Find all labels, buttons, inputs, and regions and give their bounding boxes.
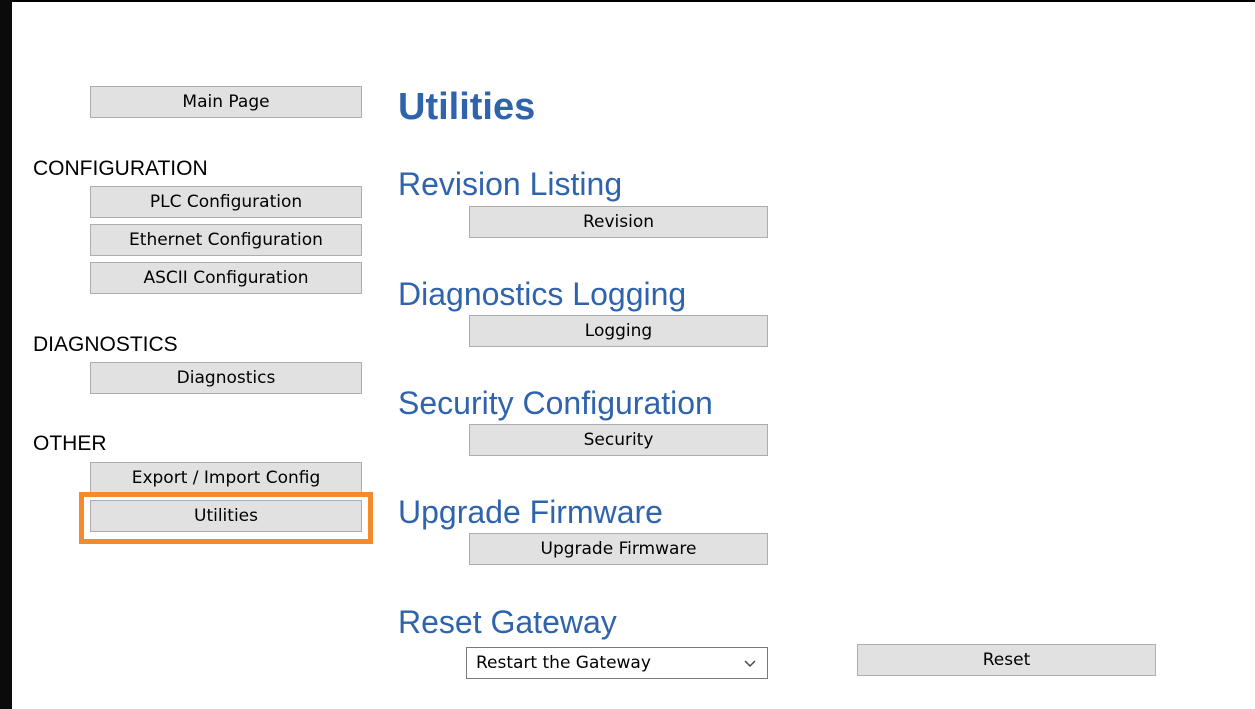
export-import-config-button[interactable]: Export / Import Config xyxy=(90,462,362,494)
revision-button[interactable]: Revision xyxy=(469,206,768,238)
diagnostics-section-label: DIAGNOSTICS xyxy=(33,333,178,356)
reset-type-selected-value: Restart the Gateway xyxy=(476,653,651,673)
revision-listing-heading: Revision Listing xyxy=(398,166,623,202)
utilities-highlight-box xyxy=(79,492,373,544)
ascii-configuration-button[interactable]: ASCII Configuration xyxy=(90,262,362,294)
page-title: Utilities xyxy=(398,86,536,128)
reset-type-select[interactable]: Restart the Gateway xyxy=(466,647,768,679)
reset-button[interactable]: Reset xyxy=(857,644,1156,676)
chevron-down-icon xyxy=(744,660,756,667)
plc-configuration-button[interactable]: PLC Configuration xyxy=(90,186,362,218)
window-top-border xyxy=(12,0,1255,2)
window-left-border xyxy=(0,0,12,709)
main-page-button[interactable]: Main Page xyxy=(90,86,362,118)
upgrade-firmware-button[interactable]: Upgrade Firmware xyxy=(469,533,768,565)
diagnostics-button[interactable]: Diagnostics xyxy=(90,362,362,394)
diagnostics-logging-heading: Diagnostics Logging xyxy=(398,276,687,312)
upgrade-firmware-heading: Upgrade Firmware xyxy=(398,494,663,530)
logging-button[interactable]: Logging xyxy=(469,315,768,347)
reset-gateway-heading: Reset Gateway xyxy=(398,604,617,640)
configuration-section-label: CONFIGURATION xyxy=(33,157,208,180)
other-section-label: OTHER xyxy=(33,432,107,455)
security-button[interactable]: Security xyxy=(469,424,768,456)
ethernet-configuration-button[interactable]: Ethernet Configuration xyxy=(90,224,362,256)
security-configuration-heading: Security Configuration xyxy=(398,385,713,421)
